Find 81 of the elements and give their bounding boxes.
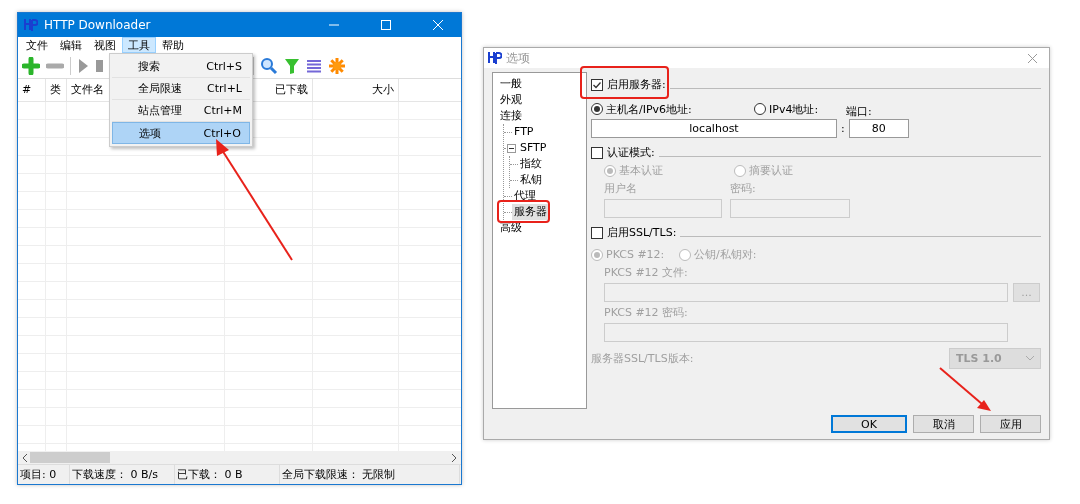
scrollbar-thumb[interactable] (30, 452, 110, 463)
status-text: 已下载： 0 B (177, 468, 243, 481)
input-field[interactable] (730, 199, 850, 218)
menu-item[interactable]: 帮助 (156, 37, 190, 53)
field-label: PKCS #12 文件: (604, 265, 688, 280)
checkbox-label: 认证模式: (607, 145, 655, 160)
input-field[interactable] (604, 283, 1008, 302)
checkbox-label: 启用SSL/TLS: (607, 225, 677, 240)
checkbox[interactable] (591, 226, 603, 239)
tree-item[interactable]: 高级 (498, 220, 524, 236)
radio-button[interactable] (604, 164, 616, 177)
window-title: 选项 (506, 49, 531, 67)
radio-button[interactable] (754, 103, 766, 115)
list-icon[interactable] (306, 57, 322, 74)
maximize-icon[interactable] (381, 20, 391, 30)
status-text: 全局下载限速： 无限制 (282, 468, 396, 481)
checkbox[interactable] (591, 78, 603, 91)
menu-item[interactable]: 工具 (122, 37, 156, 53)
app-logo-icon (24, 18, 38, 32)
window-title: HTTP Downloader (44, 18, 152, 32)
filter-icon[interactable] (284, 56, 300, 75)
dialog-button[interactable]: 取消 (913, 415, 974, 433)
play-icon[interactable] (77, 57, 89, 74)
checkbox[interactable] (591, 146, 603, 159)
menu-item[interactable]: 文件 (20, 37, 54, 53)
tree-item[interactable]: 私钥 (518, 172, 544, 188)
menu-item[interactable]: 选项 Ctrl+O (112, 122, 250, 144)
tree-item[interactable]: 指纹 (518, 156, 544, 172)
input-field[interactable] (604, 199, 722, 218)
field-label: 用户名 (604, 181, 638, 196)
tree-item[interactable]: 服务器 (512, 204, 549, 220)
dialog-button[interactable]: 应用 (980, 415, 1041, 433)
field-label: PKCS #12 密码: (604, 305, 688, 320)
scroll-left-icon[interactable] (22, 453, 28, 462)
checkbox-label: 启用服务器: (607, 77, 666, 92)
tree-item[interactable]: FTP (512, 124, 536, 140)
app-logo-icon (488, 51, 502, 65)
field-label: 密码: (730, 181, 756, 196)
column-header[interactable]: # (22, 83, 32, 96)
dialog-button[interactable]: OK (831, 415, 907, 433)
field-label: 端口: (846, 104, 872, 119)
radio-button[interactable] (679, 248, 691, 261)
status-text: 项目: 0 (20, 468, 57, 481)
menu-item[interactable]: 搜索 Ctrl+S (112, 56, 250, 78)
field-label: 服务器SSL/TLS版本: (591, 351, 694, 366)
gear-icon[interactable] (328, 56, 346, 75)
tree-item[interactable]: SFTP (518, 140, 549, 156)
column-header[interactable]: 类 (50, 83, 61, 96)
radio-button[interactable] (591, 248, 603, 261)
radio-label: 摘要认证 (749, 163, 793, 178)
annotation-arrow (939, 367, 991, 411)
tree-item[interactable]: 一般 (498, 76, 524, 92)
menu-item[interactable]: 全局限速 Ctrl+L (112, 78, 250, 100)
tree-item[interactable]: 连接 (498, 108, 524, 124)
separator-text: : (841, 122, 845, 135)
radio-label: 公钥/私钥对: (694, 247, 757, 262)
column-header[interactable]: 已下载 (275, 83, 308, 96)
tree-item[interactable]: 外观 (498, 92, 524, 108)
radio-label: IPv4地址: (769, 101, 819, 117)
caret-icon (1026, 356, 1034, 361)
radio-label: 主机名/IPv6地址: (606, 101, 692, 117)
radio-button[interactable] (734, 164, 746, 177)
search-icon[interactable] (260, 56, 278, 75)
column-header[interactable]: 文件名 (71, 83, 104, 96)
column-header[interactable]: 大小 (372, 83, 394, 96)
tree-item[interactable]: 代理 (512, 188, 538, 204)
input-field[interactable]: 80 (848, 119, 909, 138)
radio-label: PKCS #12: (606, 248, 665, 261)
radio-button[interactable] (591, 103, 603, 115)
close-icon[interactable] (1028, 53, 1037, 63)
menu-item[interactable]: 编辑 (54, 37, 88, 53)
stop-icon[interactable] (95, 57, 103, 74)
add-icon[interactable] (22, 56, 40, 75)
input-field[interactable]: localhost (591, 119, 837, 138)
collapse-icon[interactable] (507, 143, 516, 153)
highlight-frame (497, 200, 550, 223)
radio-label: 基本认证 (619, 163, 663, 178)
input-field[interactable] (604, 323, 1008, 342)
scroll-right-icon[interactable] (451, 453, 457, 462)
status-text: 下载速度： 0 B/s (72, 468, 158, 481)
menu-item[interactable]: 视图 (88, 37, 122, 53)
